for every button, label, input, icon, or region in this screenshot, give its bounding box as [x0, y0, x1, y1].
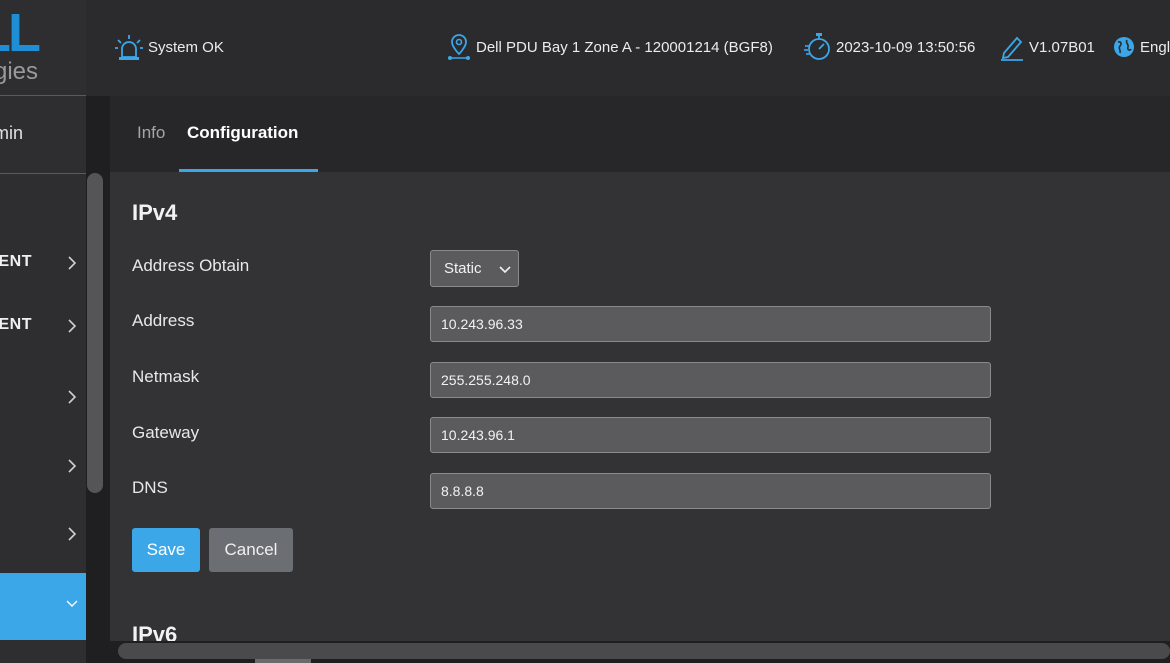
- chevron-down-icon: [66, 600, 78, 607]
- sidebar-item-4[interactable]: [0, 446, 86, 486]
- dns-input[interactable]: [430, 473, 991, 509]
- firmware-version-text: V1.07B01: [1029, 38, 1095, 56]
- logo-text: LL: [0, 3, 41, 63]
- address-obtain-value: Static: [444, 260, 482, 277]
- tab-bar: Info Configuration: [110, 96, 1170, 172]
- chevron-right-icon: [68, 256, 77, 270]
- gateway-label: Gateway: [132, 423, 200, 442]
- stopwatch-icon: [804, 33, 830, 60]
- netmask-input[interactable]: [430, 362, 991, 398]
- address-label: Address: [132, 311, 195, 330]
- device-location[interactable]: Dell PDU Bay 1 Zone A - 120001214 (BGF8): [446, 33, 773, 61]
- gateway-input[interactable]: [430, 417, 991, 453]
- page: LL gies min ENT ENT: [0, 0, 1170, 663]
- tab-info[interactable]: Info: [137, 123, 165, 143]
- active-tab-indicator: [179, 169, 318, 172]
- firmware-version[interactable]: V1.07B01: [999, 33, 1095, 61]
- chevron-right-icon: [68, 527, 77, 541]
- logo: LL gies: [0, 0, 86, 96]
- logo-subtext: gies: [0, 58, 38, 85]
- pencil-icon: [1001, 36, 1023, 61]
- chevron-down-icon: [499, 266, 511, 274]
- system-status-text: System OK: [148, 38, 224, 56]
- sidebar-item-5[interactable]: [0, 514, 86, 554]
- language-selector[interactable]: Engl: [1112, 33, 1170, 61]
- sidebar-item-2[interactable]: ENT: [0, 306, 86, 346]
- location-pin-icon: [448, 34, 470, 60]
- cancel-button[interactable]: Cancel: [209, 528, 293, 572]
- horizontal-scrollbar-thumb[interactable]: [118, 643, 1170, 659]
- chevron-right-icon: [68, 459, 77, 473]
- system-status[interactable]: System OK: [114, 33, 224, 61]
- language-text: Engl: [1140, 38, 1170, 56]
- ipv4-section-title: IPv4: [132, 200, 178, 225]
- chevron-right-icon: [68, 390, 77, 404]
- dns-label: DNS: [132, 478, 168, 497]
- device-location-text: Dell PDU Bay 1 Zone A - 120001214 (BGF8): [476, 38, 773, 56]
- sidebar: LL gies min ENT ENT: [0, 0, 86, 663]
- sidebar-item-1[interactable]: ENT: [0, 243, 86, 283]
- user-account[interactable]: min: [0, 96, 86, 174]
- netmask-label: Netmask: [132, 367, 200, 386]
- page-scroll-indicator: [255, 659, 311, 663]
- address-obtain-label: Address Obtain: [132, 256, 250, 275]
- tab-configuration[interactable]: Configuration: [187, 123, 298, 143]
- globe-icon: [1114, 37, 1134, 57]
- sidebar-item-3[interactable]: [0, 377, 86, 417]
- sidebar-item-label: ENT: [0, 253, 32, 270]
- main-content: Info Configuration IPv4 Address Obtain S…: [110, 96, 1170, 663]
- date-time[interactable]: 2023-10-09 13:50:56: [804, 33, 975, 61]
- sidebar-item-active[interactable]: [0, 573, 86, 640]
- chevron-right-icon: [68, 319, 77, 333]
- top-header: System OK Dell PDU Bay 1 Zone A - 120001…: [86, 0, 1170, 96]
- address-input[interactable]: [430, 306, 991, 342]
- save-button[interactable]: Save: [132, 528, 200, 572]
- sidebar-scrollbar-thumb[interactable]: [87, 173, 103, 493]
- alarm-icon: [115, 35, 143, 60]
- date-time-text: 2023-10-09 13:50:56: [836, 38, 976, 56]
- address-obtain-select[interactable]: Static: [430, 250, 519, 287]
- user-name: min: [0, 123, 23, 143]
- sidebar-item-label: ENT: [0, 316, 32, 333]
